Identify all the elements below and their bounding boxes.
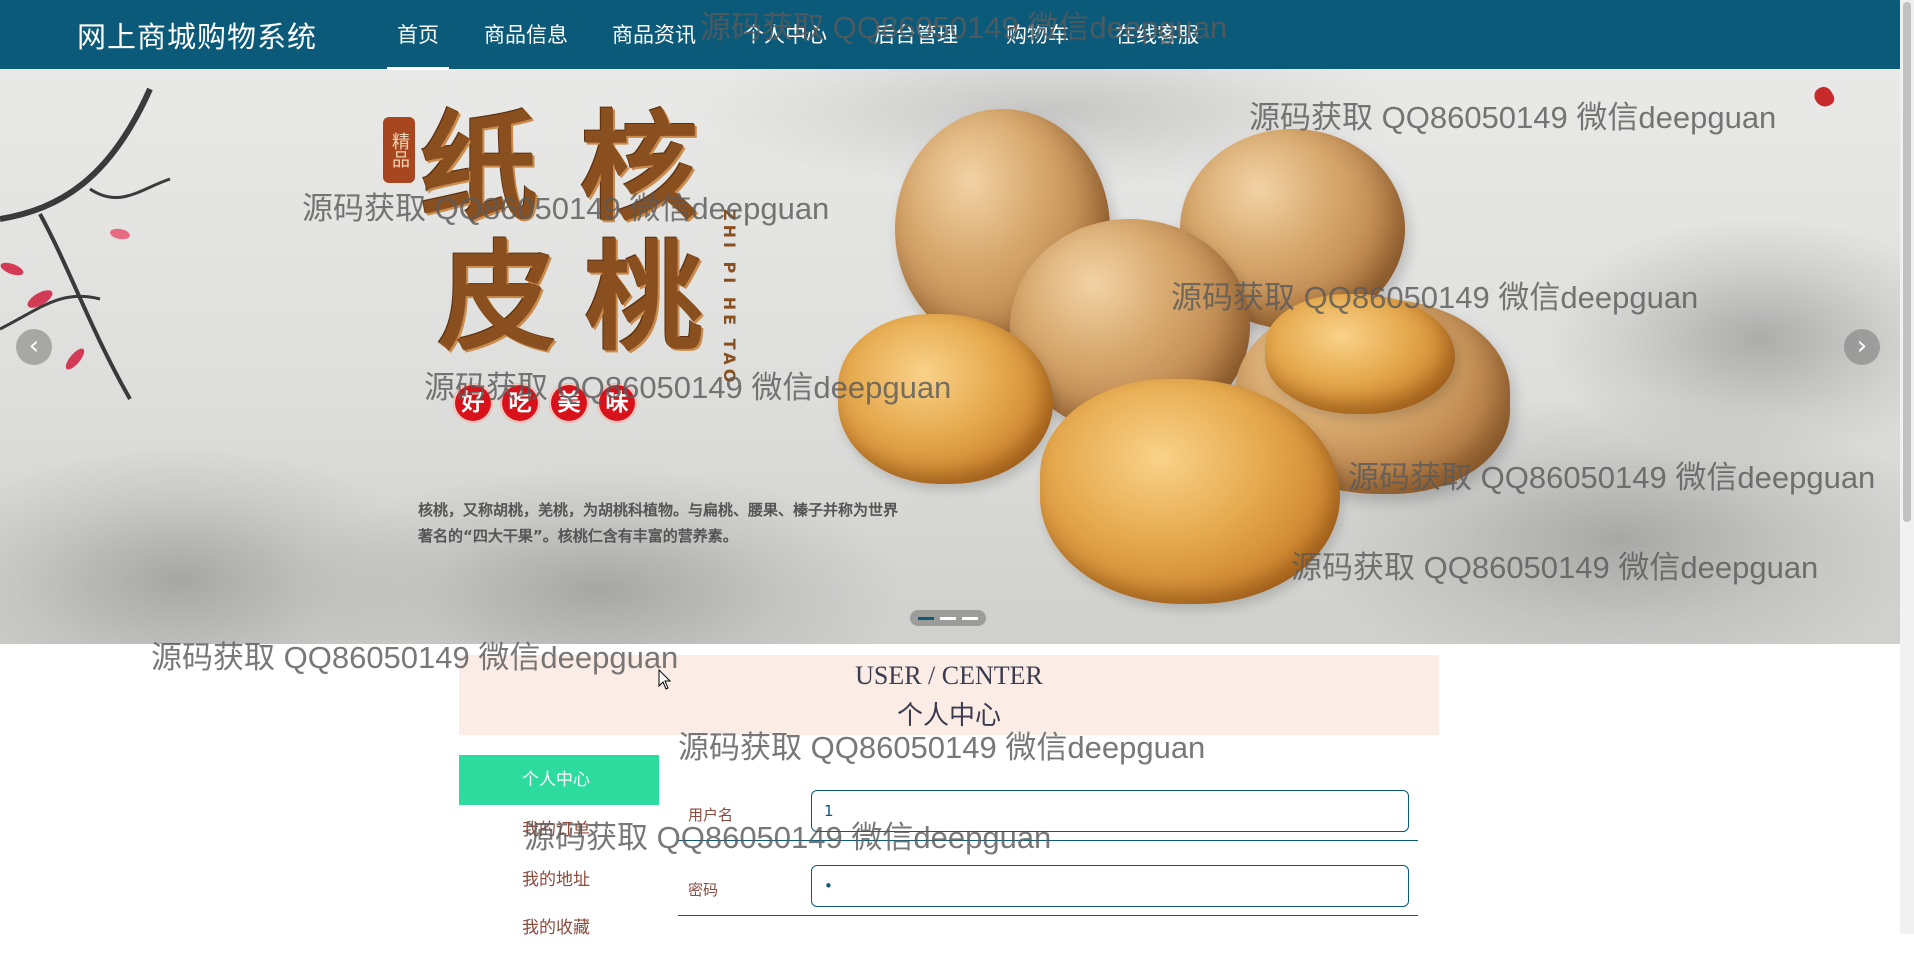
banner-title-char: 桃 (585, 228, 704, 367)
user-center-title-en: USER / CENTER (855, 661, 1043, 690)
tag-circle: 好 (453, 383, 493, 423)
ink-mountain (300, 469, 900, 644)
red-leaf-decoration (1811, 83, 1837, 111)
carousel-indicators (910, 610, 986, 626)
banner-title-char: 核 (580, 98, 699, 237)
nav-customer-service[interactable]: 在线客服 (1115, 19, 1199, 49)
nav-products[interactable]: 商品信息 (484, 19, 568, 49)
carousel-dot[interactable] (962, 617, 978, 620)
carousel-next-button[interactable]: › (1844, 329, 1880, 365)
username-input[interactable]: 1 (811, 790, 1409, 832)
carousel-prev-button[interactable]: ‹ (16, 329, 52, 365)
sidebar-item-my-address[interactable]: 我的地址 (459, 855, 659, 905)
scrollbar-thumb[interactable] (1903, 2, 1911, 522)
nav-personal-center[interactable]: 个人中心 (743, 19, 827, 49)
banner-title-char: 纸 (420, 98, 539, 237)
username-label: 用户名 (688, 806, 734, 824)
carousel-dot[interactable] (940, 617, 956, 620)
user-center-header: USER / CENTER 个人中心 (459, 655, 1439, 735)
carousel-dot[interactable] (918, 617, 934, 620)
password-input[interactable]: • (811, 865, 1409, 907)
banner-title-char: 皮 (438, 228, 557, 367)
page-scrollbar[interactable] (1900, 0, 1914, 934)
password-label: 密码 (688, 881, 719, 899)
sidebar-item-my-orders[interactable]: 我的订单 (459, 805, 659, 855)
nav-cart[interactable]: 购物车 (1006, 19, 1069, 49)
user-center-title-cn: 个人中心 (896, 701, 1001, 730)
banner-carousel[interactable]: 精品 纸 核 皮 桃 ZHI PI HE TAO 好 吃 美 味 核桃，又称胡桃… (0, 69, 1900, 644)
banner-description: 核桃，又称胡桃，羌桃，为胡桃科植物。与扁桃、腰果、榛子并称为世界著名的“四大干果… (418, 501, 899, 545)
plum-branch-illustration (0, 87, 171, 400)
tag-circle: 味 (597, 383, 637, 423)
password-row: 密码 • (678, 859, 1418, 916)
tag-circle: 吃 (500, 383, 540, 423)
site-title[interactable]: 网上商城购物系统 (77, 14, 317, 56)
mouse-cursor-icon (658, 669, 672, 690)
nav-admin[interactable]: 后台管理 (874, 19, 958, 49)
banner-pinyin: ZHI PI HE TAO (720, 209, 739, 387)
top-navbar: 网上商城购物系统 首页 商品信息 商品资讯 个人中心 后台管理 购物车 在线客服 (0, 0, 1900, 70)
nav-news[interactable]: 商品资讯 (612, 19, 696, 49)
tag-circle: 美 (549, 383, 589, 423)
walnut-kernel-image (1265, 294, 1455, 414)
username-row: 用户名 1 (678, 784, 1418, 841)
nav-home[interactable]: 首页 (387, 19, 449, 70)
sidebar-item-my-favorites[interactable]: 我的收藏 (459, 903, 659, 953)
sidebar-item-personal-center[interactable]: 个人中心 (459, 755, 659, 805)
seal-badge: 精品 (383, 117, 415, 183)
